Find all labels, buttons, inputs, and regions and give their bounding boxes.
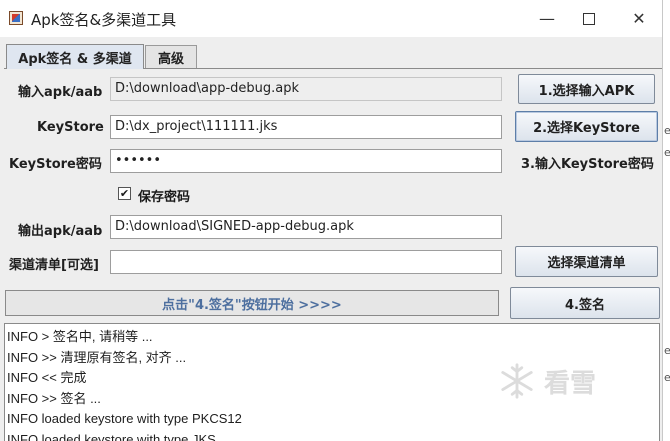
watermark-logo: 看雪 <box>498 362 596 400</box>
background-text-fragment: e <box>664 344 670 357</box>
input-apk-label: 输入apk/aab <box>18 85 103 100</box>
keystore-password-field[interactable]: •••••• <box>110 149 502 173</box>
status-progress-bar: 点击"4.签名"按钮开始 >>>> <box>5 290 499 316</box>
output-apk-label: 输出apk/aab <box>18 224 103 239</box>
background-text-fragment: e <box>664 124 670 137</box>
sign-button[interactable]: 4.签名 <box>510 287 660 319</box>
select-input-apk-button[interactable]: 1.选择输入APK <box>518 74 655 104</box>
keystore-password-label: KeyStore密码 <box>9 157 102 172</box>
app-window: Apk签名&多渠道工具 — ✕ Apk签名 & 多渠道 高级 输入apk/aab… <box>0 0 663 441</box>
title-bar: Apk签名&多渠道工具 — ✕ <box>0 0 662 37</box>
watermark-text: 看雪 <box>544 368 597 399</box>
close-button[interactable]: ✕ <box>616 0 662 37</box>
save-password-label: 保存密码 <box>138 190 191 205</box>
snowflake-icon <box>501 363 533 399</box>
input-apk-field[interactable]: D:\download\app-debug.apk <box>110 77 502 101</box>
keystore-password-hint: 3.输入KeyStore密码 <box>521 157 654 172</box>
app-icon <box>9 11 23 25</box>
save-password-checkbox[interactable]: ✔ <box>118 187 131 200</box>
log-line: INFO loaded keystore with type JKS <box>7 431 216 441</box>
minimize-button[interactable]: — <box>524 0 570 37</box>
tab-advanced[interactable]: 高级 <box>145 45 197 68</box>
keystore-label: KeyStore <box>37 120 104 135</box>
channel-list-field[interactable] <box>110 250 502 274</box>
maximize-icon <box>583 12 595 25</box>
select-keystore-button[interactable]: 2.选择KeyStore <box>515 111 658 142</box>
log-line: INFO > 签名中, 请稍等 ... <box>7 329 153 344</box>
output-apk-field[interactable]: D:\download\SIGNED-app-debug.apk <box>110 215 502 239</box>
log-line: INFO loaded keystore with type PKCS12 <box>7 411 242 426</box>
channel-list-label: 渠道清单[可选] <box>9 258 99 273</box>
keystore-field[interactable]: D:\dx_project\111111.jks <box>110 115 502 139</box>
tab-panel <box>4 68 662 322</box>
select-channel-list-button[interactable]: 选择渠道清单 <box>515 246 658 277</box>
maximize-button[interactable] <box>566 0 612 37</box>
tab-sign-multichannel[interactable]: Apk签名 & 多渠道 <box>6 44 144 69</box>
background-text-fragment: e <box>664 371 670 384</box>
background-text-fragment: e <box>664 146 670 159</box>
window-title: Apk签名&多渠道工具 <box>31 11 177 29</box>
